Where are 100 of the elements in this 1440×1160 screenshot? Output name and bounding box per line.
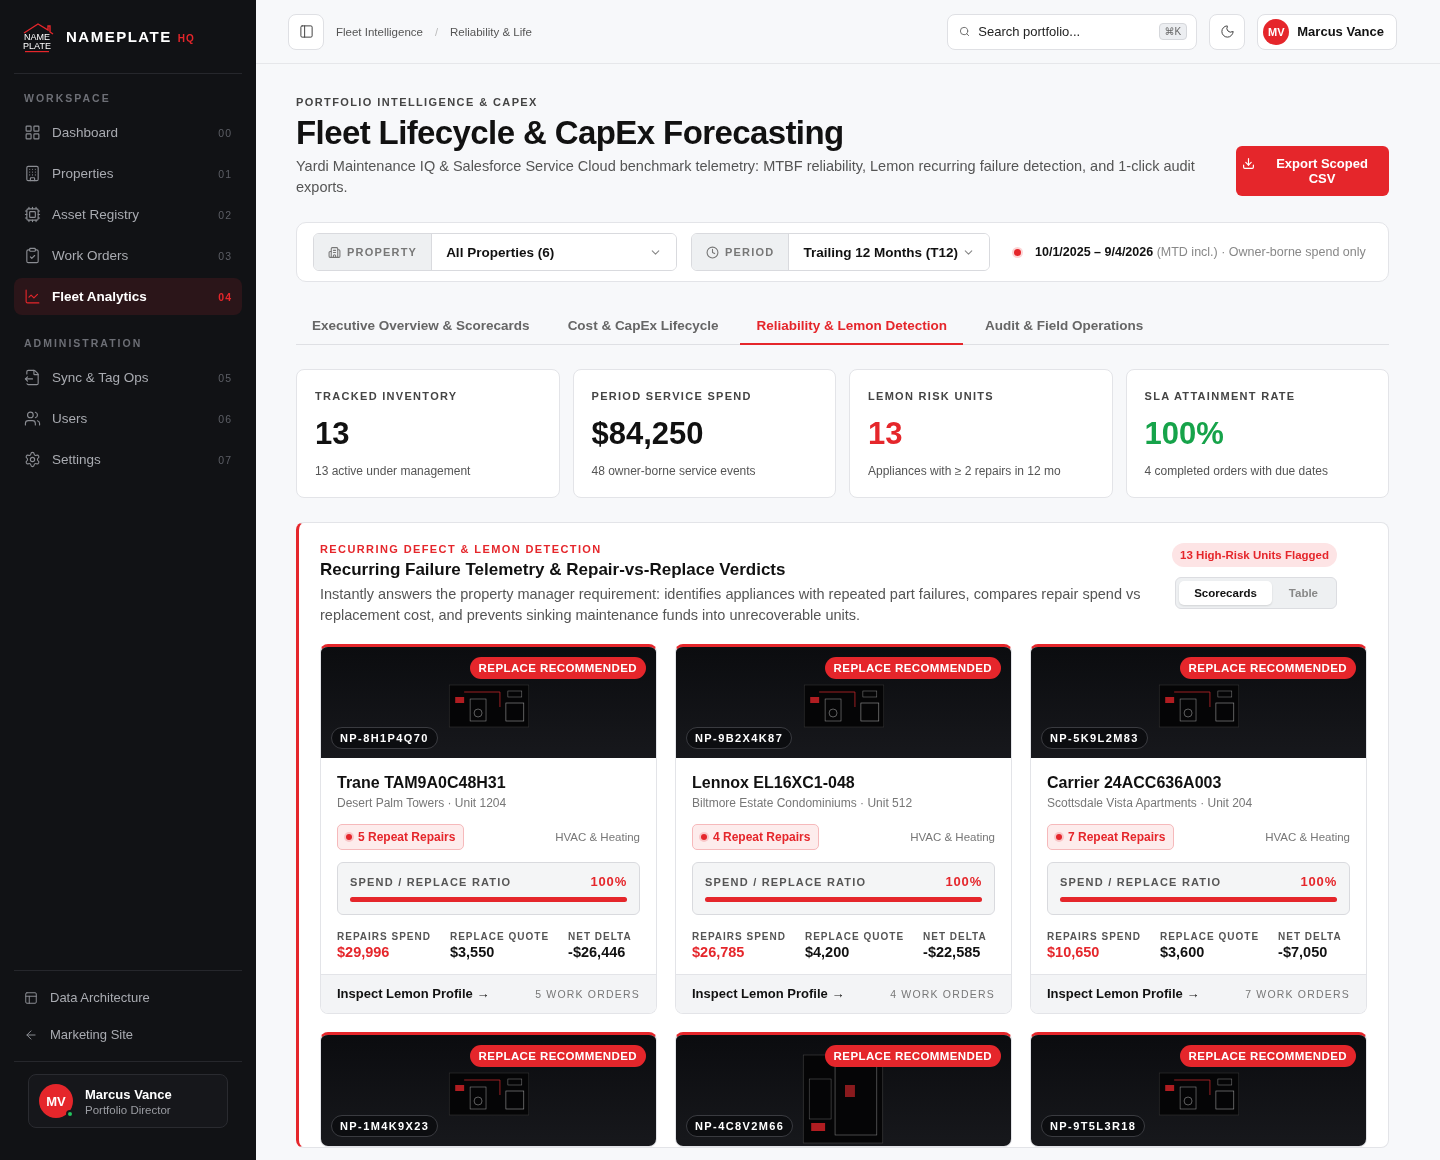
nav-icon (24, 247, 41, 264)
period-select[interactable]: PERIOD Trailing 12 Months (T12) (691, 233, 990, 271)
stat-label: REPAIRS SPEND (1047, 931, 1141, 942)
inspect-link[interactable]: Inspect Lemon Profile → (1047, 986, 1200, 1001)
date-range: 10/1/2025 – 9/4/2026 (MTD incl.) · Owner-borne spend only (1035, 245, 1366, 259)
breadcrumb[interactable]: Fleet Intelligence (336, 25, 423, 38)
stat-label: NET DELTA (923, 931, 987, 942)
section-eyebrow: RECURRING DEFECT & LEMON DETECTION (320, 543, 603, 555)
nav-item[interactable]: Dashboard 00 (14, 114, 242, 151)
kpi-note: 48 owner-borne service events (591, 464, 757, 478)
repeat-badge: 7 Repeat Repairs (1047, 824, 1175, 850)
unit-tag: NP-9T5L3R18 (1041, 1115, 1146, 1137)
stat-value: $3,550 (449, 944, 496, 960)
nav-icon (24, 206, 41, 223)
clock-icon (706, 245, 719, 259)
unit-tag: NP-5K9L2M83 (1041, 727, 1148, 749)
view-option[interactable]: Scorecards (1179, 581, 1272, 605)
kpi-value: 100% (1144, 416, 1225, 452)
kpi-label: TRACKED INVENTORY (315, 390, 459, 402)
layout-icon (24, 990, 38, 1005)
stat-value: $3,600 (1159, 944, 1206, 960)
kpi-value: 13 (315, 416, 351, 452)
stat-label: REPLACE QUOTE (449, 931, 550, 942)
nav-icon (24, 288, 41, 305)
page-title: Fleet Lifecycle & CapEx Forecasting (296, 114, 845, 152)
page-description: Yardi Maintenance IQ & Salesforce Service Cloud benchmark telemetry: MTBF reliability, Lemon recurring failure detection, and 1-click audit exports. (296, 157, 1196, 197)
tab[interactable]: Cost & CapEx Lifecycle (551, 310, 735, 345)
stat-label: REPAIRS SPEND (692, 931, 786, 942)
stat-label: NET DELTA (1278, 931, 1342, 942)
sidebar-link[interactable]: Data Architecture (14, 979, 242, 1016)
building-icon (328, 245, 341, 259)
inspect-link[interactable]: Inspect Lemon Profile → (337, 986, 490, 1001)
user-card[interactable]: MV Marcus Vance Portfolio Director (28, 1074, 228, 1128)
stat-value: $4,200 (804, 944, 851, 960)
ratio-value: 100% (590, 874, 627, 889)
stat-value: -$22,585 (923, 944, 982, 960)
kpi-label: PERIOD SERVICE SPEND (591, 390, 753, 402)
work-order-count: 7 WORK ORDERS (1245, 987, 1350, 1000)
nav-item[interactable]: Fleet Analytics 04 (14, 278, 242, 315)
unit-tag: NP-1M4K9X23 (331, 1115, 439, 1137)
verdict-badge: REPLACE RECOMMENDED (469, 657, 646, 679)
sidebar-toggle-button[interactable] (288, 13, 324, 50)
nav-icon (24, 124, 41, 141)
search-icon (959, 25, 971, 37)
ratio-value: 100% (1300, 874, 1337, 889)
work-order-count: 4 WORK ORDERS (890, 987, 995, 1000)
stat-value: $10,650 (1047, 944, 1101, 960)
kpi-note: 4 completed orders with due dates (1144, 464, 1329, 478)
tab[interactable]: Executive Overview & Scorecards (296, 310, 546, 345)
nav-item[interactable]: Properties 01 (14, 155, 242, 192)
stat-label: REPAIRS SPEND (337, 931, 431, 942)
repeat-badge: 4 Repeat Repairs (692, 824, 820, 850)
kpi-note: 13 active under management (315, 464, 472, 478)
unit-location: Biltmore Estate Condominiums · Unit 512 (692, 796, 914, 810)
arrow-left-icon (24, 1027, 38, 1042)
breadcrumb[interactable]: Reliability & Life (450, 25, 532, 38)
stat-value: -$26,446 (568, 944, 627, 960)
stat-label: REPLACE QUOTE (1159, 931, 1260, 942)
property-select[interactable]: PROPERTY All Properties (6) (313, 233, 677, 271)
tab[interactable]: Audit & Field Operations (968, 310, 1160, 345)
verdict-badge: REPLACE RECOMMENDED (1179, 657, 1356, 679)
nav-icon (24, 410, 41, 427)
inspect-link[interactable]: Inspect Lemon Profile → (692, 986, 845, 1001)
nav-item[interactable]: Users 06 (14, 400, 242, 437)
verdict-badge: REPLACE RECOMMENDED (824, 657, 1001, 679)
unit-title: Lennox EL16XC1-048 (692, 774, 856, 792)
kpi-label: LEMON RISK UNITS (868, 390, 995, 402)
ratio-label: SPEND / REPLACE RATIO (705, 875, 867, 888)
nav-icon (24, 451, 41, 468)
unit-title: Carrier 24ACC636A003 (1047, 774, 1223, 792)
kpi-label: SLA ATTAINMENT RATE (1144, 390, 1297, 402)
verdict-badge: REPLACE RECOMMENDED (824, 1045, 1001, 1067)
breadcrumb-separator: / (434, 25, 438, 38)
export-button[interactable]: Export Scoped CSV (1236, 146, 1389, 196)
sidebar-link[interactable]: Marketing Site (14, 1016, 242, 1053)
kpi-value: $84,250 (591, 416, 705, 452)
theme-toggle-button[interactable] (1209, 13, 1246, 50)
risk-badge: 13 High-Risk Units Flagged (1172, 543, 1337, 567)
nav-item[interactable]: Settings 07 (14, 441, 242, 478)
section-title: Recurring Failure Telemetry & Repair-vs-Replace Verdicts (320, 560, 787, 580)
work-order-count: 5 WORK ORDERS (535, 987, 640, 1000)
section-title: WORKSPACE (23, 91, 112, 106)
stat-value: $26,785 (692, 944, 746, 960)
unit-tag: NP-9B2X4K87 (686, 727, 793, 749)
kpi-value: 13 (868, 416, 904, 452)
nav-item[interactable]: Work Orders 03 (14, 237, 242, 274)
user-menu-button[interactable]: MV Marcus Vance (1257, 13, 1397, 50)
download-icon (1242, 157, 1255, 170)
avatar: MV (39, 1084, 73, 1118)
unit-location: Scottsdale Vista Apartments · Unit 204 (1047, 796, 1254, 810)
tab[interactable]: Reliability & Lemon Detection (740, 310, 963, 345)
stat-label: NET DELTA (568, 931, 632, 942)
nav-item[interactable]: Asset Registry 02 (14, 196, 242, 233)
ratio-label: SPEND / REPLACE RATIO (1060, 875, 1222, 888)
unit-title: Trane TAM9A0C48H31 (337, 774, 507, 792)
ratio-label: SPEND / REPLACE RATIO (350, 875, 512, 888)
unit-location: Desert Palm Towers · Unit 1204 (337, 796, 508, 810)
user-role: Portfolio Director (85, 1103, 172, 1116)
moon-icon (1219, 24, 1235, 39)
nav-item[interactable]: Sync & Tag Ops 05 (14, 359, 242, 396)
